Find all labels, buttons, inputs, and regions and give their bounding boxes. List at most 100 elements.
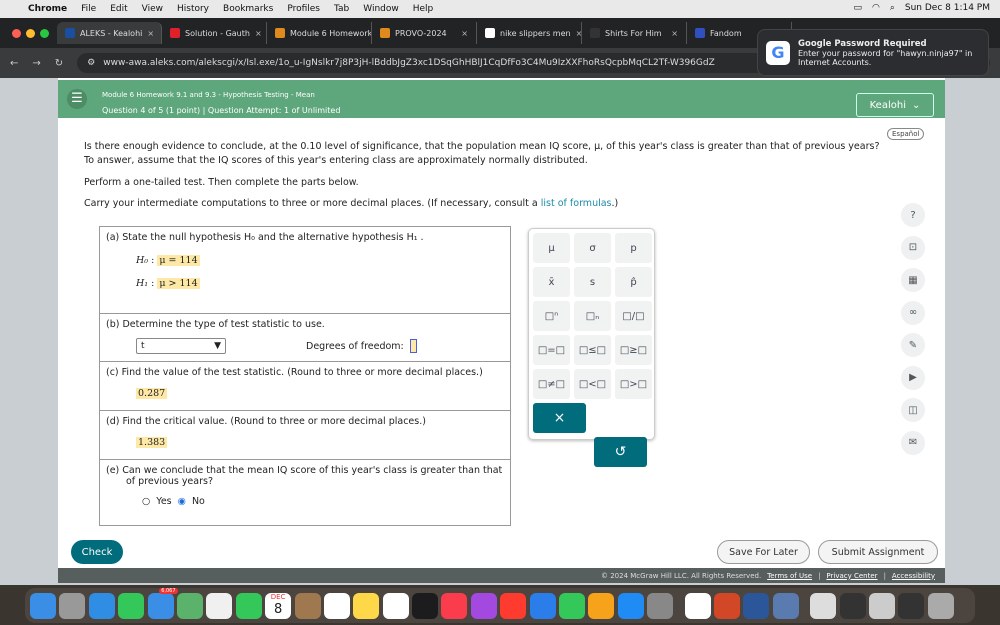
back-icon[interactable]: ←: [10, 58, 18, 69]
keypad-key[interactable]: □<□: [574, 369, 611, 399]
zoom-window-button[interactable]: [40, 28, 49, 38]
menu-view[interactable]: View: [142, 4, 163, 14]
accessibility-link[interactable]: Accessibility: [892, 572, 935, 580]
menu-history[interactable]: History: [177, 4, 209, 14]
video-icon[interactable]: ▶: [901, 365, 925, 390]
dock-app-icon[interactable]: [441, 592, 468, 619]
terms-link[interactable]: Terms of Use: [767, 572, 812, 580]
wifi-icon[interactable]: ◠: [872, 3, 880, 13]
close-window-button[interactable]: [12, 28, 21, 38]
keypad-key[interactable]: □=□: [533, 335, 570, 365]
dock-app-icon[interactable]: [529, 592, 556, 619]
menu-tab[interactable]: Tab: [334, 4, 349, 14]
keypad-key[interactable]: □/□: [615, 301, 652, 331]
dock-app-icon[interactable]: [684, 592, 711, 619]
submit-assignment-button[interactable]: Submit Assignment: [818, 540, 938, 564]
user-menu-button[interactable]: Kealohi ⌄: [856, 93, 934, 117]
dock-app-icon[interactable]: [772, 592, 799, 619]
dock-app-icon[interactable]: [647, 592, 674, 619]
dock-app-icon[interactable]: [118, 592, 145, 619]
menu-edit[interactable]: Edit: [110, 4, 127, 14]
privacy-link[interactable]: Privacy Center: [826, 572, 877, 580]
menu-window[interactable]: Window: [363, 4, 399, 14]
keypad-key[interactable]: □>□: [615, 369, 652, 399]
keypad-key[interactable]: s: [574, 267, 611, 297]
forward-icon[interactable]: →: [32, 58, 40, 69]
search-icon[interactable]: ⌕: [890, 3, 895, 13]
close-tab-icon[interactable]: ×: [461, 29, 468, 38]
close-tab-icon[interactable]: ×: [671, 29, 678, 38]
dock-app-icon[interactable]: [713, 592, 740, 619]
menu-file[interactable]: File: [81, 4, 96, 14]
keypad-key[interactable]: □≤□: [574, 335, 611, 365]
datetime[interactable]: Sun Dec 8 1:14 PM: [905, 3, 990, 13]
dock-app-icon[interactable]: [868, 592, 895, 619]
minimize-window-button[interactable]: [26, 28, 35, 38]
dock-app-icon[interactable]: [59, 592, 86, 619]
close-tab-icon[interactable]: ×: [147, 29, 154, 38]
dock-app-icon[interactable]: [235, 592, 262, 619]
keypad-key[interactable]: □≥□: [615, 335, 652, 365]
dock-app-icon[interactable]: [470, 592, 497, 619]
dock-app-icon[interactable]: [588, 592, 615, 619]
dock-app-icon[interactable]: [206, 592, 233, 619]
dock-app-icon[interactable]: [500, 592, 527, 619]
clear-button[interactable]: ×: [533, 403, 586, 433]
keypad-key[interactable]: □ⁿ: [533, 301, 570, 331]
keypad-key[interactable]: μ: [533, 233, 570, 263]
no-radio[interactable]: ◉: [178, 496, 186, 507]
keypad-key[interactable]: σ: [574, 233, 611, 263]
browser-tab[interactable]: Solution - Gauth ×: [162, 22, 267, 44]
dock-app-icon[interactable]: [927, 592, 954, 619]
df-input[interactable]: [409, 339, 417, 353]
ebook-icon[interactable]: ◫: [901, 398, 925, 422]
dock-app-icon[interactable]: [353, 592, 380, 619]
dock-app-icon[interactable]: [412, 592, 439, 619]
browser-tab[interactable]: ALEKS - Kealohi ×: [57, 22, 162, 44]
mail-icon[interactable]: ✉: [901, 430, 925, 455]
keypad-key[interactable]: □≠□: [533, 369, 570, 399]
menu-profiles[interactable]: Profiles: [287, 4, 320, 14]
whiteboard-icon[interactable]: ⊡: [901, 235, 925, 260]
browser-tab[interactable]: Module 6 Homework×: [267, 22, 372, 44]
dock-app-icon[interactable]: [743, 592, 770, 619]
save-for-later-button[interactable]: Save For Later: [717, 540, 810, 564]
h0-input[interactable]: μ = 114: [157, 255, 200, 266]
dock-app-icon[interactable]: [294, 592, 321, 619]
dock-app-icon[interactable]: [176, 592, 203, 619]
site-info-icon[interactable]: ⚙: [87, 58, 95, 68]
check-button[interactable]: Check: [71, 540, 123, 564]
test-statistic-input[interactable]: 0.287: [136, 388, 168, 399]
reload-icon[interactable]: ↻: [55, 58, 63, 69]
password-notification[interactable]: G Google Password Required Enter your pas…: [757, 29, 989, 76]
dock-app-icon[interactable]: [559, 592, 586, 619]
notes-icon[interactable]: ✎: [901, 333, 925, 357]
dock-app-icon[interactable]: [617, 592, 644, 619]
menu-chrome[interactable]: Chrome: [28, 4, 67, 14]
keypad-key[interactable]: □ₙ: [574, 301, 611, 331]
dock-app-icon[interactable]: [30, 592, 56, 619]
menu-icon[interactable]: ☰: [67, 89, 87, 109]
undo-button[interactable]: ↺: [594, 437, 647, 467]
close-tab-icon[interactable]: ×: [255, 29, 262, 38]
browser-tab[interactable]: PROVO-2024 ×: [372, 22, 477, 44]
keypad-key[interactable]: p: [615, 233, 652, 263]
dock-app-icon[interactable]: [810, 592, 837, 619]
glasses-icon[interactable]: ∞: [901, 300, 925, 325]
menu-bookmarks[interactable]: Bookmarks: [223, 4, 273, 14]
yes-radio[interactable]: ○: [142, 496, 150, 507]
browser-tab[interactable]: nike slippers men ×: [477, 22, 582, 44]
dock-app-icon[interactable]: [839, 592, 866, 619]
h1-input[interactable]: μ > 114: [157, 278, 200, 289]
menu-help[interactable]: Help: [413, 4, 434, 14]
dock-app-icon[interactable]: [898, 592, 925, 619]
formulas-link[interactable]: list of formulas: [541, 198, 612, 209]
espanol-button[interactable]: Español: [887, 128, 925, 140]
calculator-icon[interactable]: ▦: [901, 268, 925, 292]
critical-value-input[interactable]: 1.383: [136, 437, 168, 448]
help-icon[interactable]: ?: [901, 203, 925, 227]
keypad-key[interactable]: x̄: [533, 267, 570, 297]
dock-app-icon[interactable]: [323, 592, 350, 619]
battery-icon[interactable]: ▭: [853, 3, 862, 13]
dock-app-icon[interactable]: [382, 592, 409, 619]
